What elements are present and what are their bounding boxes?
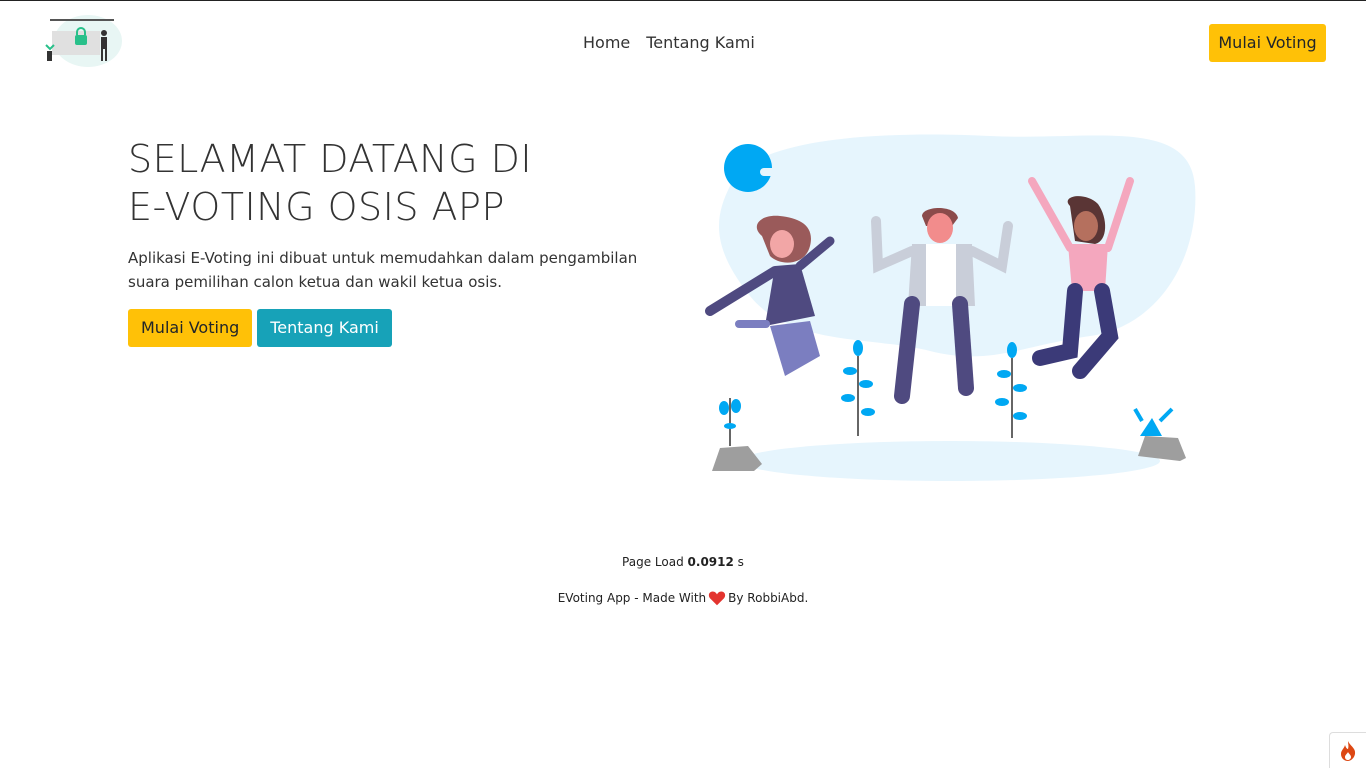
flame-icon <box>1341 741 1356 761</box>
nav-link-home[interactable]: Home <box>583 31 630 54</box>
jumping-people-illustration <box>705 134 1196 481</box>
hero-title-line-2: E-VOTING OSIS APP <box>128 185 505 229</box>
hero-title-line-1: SELAMAT DATANG DI <box>128 137 533 181</box>
hero-title: SELAMAT DATANG DI E-VOTING OSIS APP <box>128 135 648 231</box>
footer-credit: EVoting App - Made With By RobbiAbd. <box>0 590 1366 606</box>
brand-logo[interactable] <box>38 11 122 75</box>
hero-illustration <box>690 126 1210 486</box>
page-load-info: Page Load 0.0912 s <box>0 555 1366 569</box>
credit-suffix: By RobbiAbd. <box>728 591 809 605</box>
page-load-value: 0.0912 <box>687 555 734 569</box>
heart-icon <box>709 591 726 606</box>
hero-mulai-voting-button[interactable]: Mulai Voting <box>128 309 253 347</box>
hero-tentang-kami-button[interactable]: Tentang Kami <box>257 309 392 347</box>
credit-prefix: EVoting App - Made With <box>557 591 707 605</box>
hero-buttons: Mulai Voting Tentang Kami <box>128 309 392 347</box>
nav-mulai-voting-button[interactable]: Mulai Voting <box>1209 24 1326 62</box>
hero-description: Aplikasi E-Voting ini dibuat untuk memud… <box>128 249 638 291</box>
navbar: Home Tentang Kami Mulai Voting <box>0 1 1366 85</box>
voting-illustration-logo <box>45 15 122 67</box>
debug-toolbar-badge[interactable] <box>1329 732 1366 768</box>
page-load-label: Page Load <box>622 555 684 569</box>
nav-link-tentang-kami[interactable]: Tentang Kami <box>646 31 755 54</box>
nav-links: Home Tentang Kami <box>583 31 755 54</box>
page-load-unit: s <box>737 555 744 569</box>
